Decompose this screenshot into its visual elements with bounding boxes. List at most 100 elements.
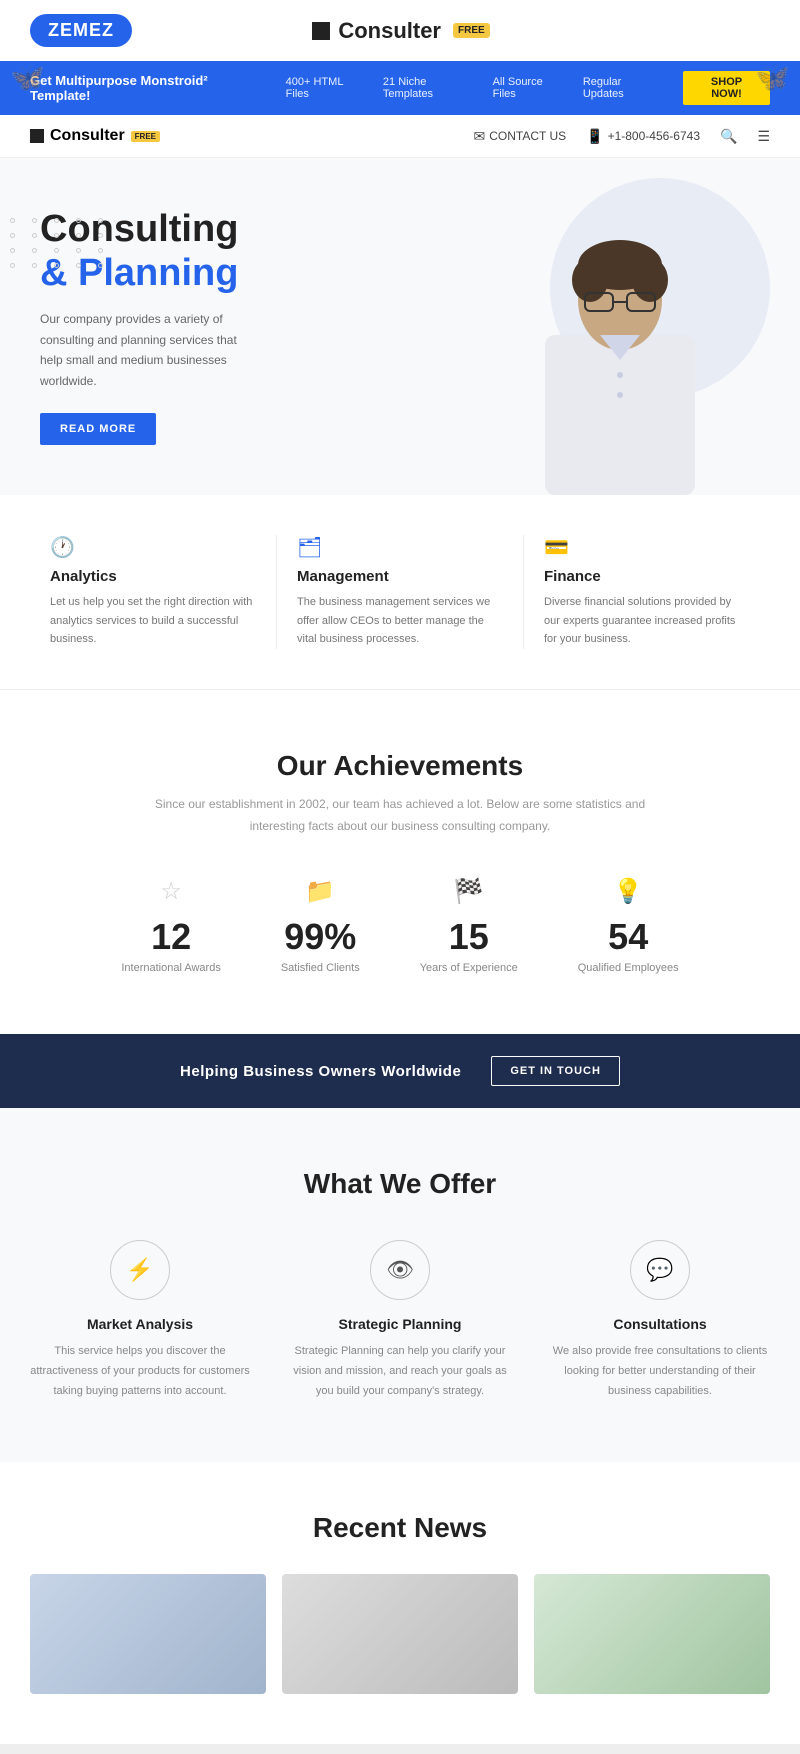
decor-right-icon: 🦋 bbox=[755, 61, 790, 94]
consulter-brand: Consulter FREE bbox=[312, 18, 489, 44]
get-in-touch-button[interactable]: GET IN TOUCH bbox=[491, 1056, 620, 1086]
hero-section: Consulting & Planning Our company provid… bbox=[0, 158, 800, 495]
recent-news-section: Recent News bbox=[0, 1462, 800, 1744]
offers-section: What We Offer ⚡ Market Analysis This ser… bbox=[0, 1108, 800, 1461]
promo-main-text: Get Multipurpose Monstroid² Template! bbox=[30, 73, 266, 103]
hero-left: Consulting & Planning Our company provid… bbox=[0, 158, 440, 495]
contact-link[interactable]: ✉ CONTACT US bbox=[474, 128, 567, 145]
achievements-subtitle: Since our establishment in 2002, our tea… bbox=[150, 794, 650, 837]
hero-subtitle: Our company provides a variety of consul… bbox=[40, 309, 260, 391]
consultations-icon-wrap: 💬 bbox=[630, 1240, 690, 1300]
strategic-planning-title: Strategic Planning bbox=[290, 1316, 510, 1332]
consultations-icon: 💬 bbox=[646, 1257, 673, 1283]
finance-icon: 💳 bbox=[544, 535, 750, 560]
offer-market-analysis: ⚡ Market Analysis This service helps you… bbox=[30, 1240, 250, 1401]
promo-stat4: Regular Updates bbox=[583, 76, 663, 100]
free-badge: FREE bbox=[453, 23, 490, 38]
navbar-logo-text: Consulter bbox=[50, 127, 125, 145]
achievements-section: Our Achievements Since our establishment… bbox=[0, 690, 800, 1034]
news-image-1 bbox=[30, 1574, 266, 1694]
news-image-3 bbox=[534, 1574, 770, 1694]
clients-number: 99% bbox=[281, 916, 360, 958]
awards-label: International Awards bbox=[121, 962, 220, 974]
service-analytics: 🕐 Analytics Let us help you set the righ… bbox=[30, 535, 277, 649]
experience-icon: 🏁 bbox=[420, 877, 518, 906]
hero-dots-decoration bbox=[10, 218, 110, 268]
stat-experience: 🏁 15 Years of Experience bbox=[420, 877, 518, 974]
navbar-free-badge: FREE bbox=[131, 131, 160, 142]
strategic-planning-icon: 👁 bbox=[386, 1257, 414, 1283]
services-strip: 🕐 Analytics Let us help you set the righ… bbox=[0, 495, 800, 690]
finance-desc: Diverse financial solutions provided by … bbox=[544, 593, 750, 649]
management-title: Management bbox=[297, 568, 503, 585]
brand-bar: ZEMEZ Consulter FREE bbox=[0, 0, 800, 61]
news-card-2[interactable] bbox=[282, 1574, 518, 1694]
news-card-1[interactable] bbox=[30, 1574, 266, 1694]
experience-label: Years of Experience bbox=[420, 962, 518, 974]
employees-number: 54 bbox=[578, 916, 679, 958]
promo-banner: 🦋 Get Multipurpose Monstroid² Template! … bbox=[0, 61, 800, 115]
navbar-right: ✉ CONTACT US 📱 +1-800-456-6743 🔍 ☰ bbox=[474, 128, 771, 145]
analytics-title: Analytics bbox=[50, 568, 256, 585]
search-icon[interactable]: 🔍 bbox=[720, 128, 737, 145]
menu-icon[interactable]: ☰ bbox=[757, 128, 770, 145]
navbar-logo: Consulter FREE bbox=[30, 127, 160, 145]
finance-title: Finance bbox=[544, 568, 750, 585]
promo-stat1: 400+ HTML Files bbox=[286, 76, 367, 100]
person-svg bbox=[510, 205, 730, 495]
phone-link[interactable]: 📱 +1-800-456-6743 bbox=[586, 128, 700, 145]
cta-banner: Helping Business Owners Worldwide GET IN… bbox=[0, 1034, 800, 1108]
stat-employees: 💡 54 Qualified Employees bbox=[578, 877, 679, 974]
analytics-icon: 🕐 bbox=[50, 535, 256, 560]
zemez-logo[interactable]: ZEMEZ bbox=[30, 14, 132, 47]
employees-label: Qualified Employees bbox=[578, 962, 679, 974]
hero-right bbox=[440, 158, 800, 495]
market-analysis-icon-wrap: ⚡ bbox=[110, 1240, 170, 1300]
service-management: 🗂 Management The business management ser… bbox=[277, 535, 524, 649]
analytics-desc: Let us help you set the right direction … bbox=[50, 593, 256, 649]
promo-stat2: 21 Niche Templates bbox=[383, 76, 477, 100]
consultations-desc: We also provide free consultations to cl… bbox=[550, 1342, 770, 1401]
management-desc: The business management services we offe… bbox=[297, 593, 503, 649]
management-icon: 🗂 bbox=[297, 535, 503, 560]
clients-label: Satisfied Clients bbox=[281, 962, 360, 974]
consulter-name: Consulter bbox=[338, 18, 441, 44]
contact-icon: ✉ bbox=[474, 128, 486, 145]
clients-icon: 📁 bbox=[281, 877, 360, 906]
employees-icon: 💡 bbox=[578, 877, 679, 906]
experience-number: 15 bbox=[420, 916, 518, 958]
service-finance: 💳 Finance Diverse financial solutions pr… bbox=[524, 535, 770, 649]
decor-left-icon: 🦋 bbox=[10, 61, 45, 94]
consulter-square-icon bbox=[312, 22, 330, 40]
phone-number: +1-800-456-6743 bbox=[608, 129, 700, 143]
offers-title: What We Offer bbox=[30, 1168, 770, 1200]
strategic-planning-icon-wrap: 👁 bbox=[370, 1240, 430, 1300]
strategic-planning-desc: Strategic Planning can help you clarify … bbox=[290, 1342, 510, 1401]
market-analysis-icon: ⚡ bbox=[126, 1257, 153, 1283]
recent-news-title: Recent News bbox=[30, 1512, 770, 1544]
cta-text: Helping Business Owners Worldwide bbox=[180, 1063, 461, 1080]
stats-grid: ☆ 12 International Awards 📁 99% Satisfie… bbox=[30, 877, 770, 974]
hero-person-image bbox=[480, 205, 760, 495]
phone-icon: 📱 bbox=[586, 128, 603, 145]
navbar: Consulter FREE ✉ CONTACT US 📱 +1-800-456… bbox=[0, 115, 800, 158]
offer-consultations: 💬 Consultations We also provide free con… bbox=[550, 1240, 770, 1401]
offer-strategic-planning: 👁 Strategic Planning Strategic Planning … bbox=[290, 1240, 510, 1401]
news-grid bbox=[30, 1574, 770, 1694]
promo-stats: 400+ HTML Files 21 Niche Templates All S… bbox=[286, 76, 663, 100]
stat-clients: 📁 99% Satisfied Clients bbox=[281, 877, 360, 974]
promo-stat3: All Source Files bbox=[493, 76, 567, 100]
page-end bbox=[0, 1744, 800, 1754]
contact-label: CONTACT US bbox=[489, 129, 566, 143]
awards-icon: ☆ bbox=[121, 877, 220, 906]
news-image-2 bbox=[282, 1574, 518, 1694]
achievements-title: Our Achievements bbox=[30, 750, 770, 782]
consultations-title: Consultations bbox=[550, 1316, 770, 1332]
awards-number: 12 bbox=[121, 916, 220, 958]
market-analysis-desc: This service helps you discover the attr… bbox=[30, 1342, 250, 1401]
news-card-3[interactable] bbox=[534, 1574, 770, 1694]
offers-grid: ⚡ Market Analysis This service helps you… bbox=[30, 1240, 770, 1401]
navbar-square-icon bbox=[30, 129, 44, 143]
read-more-button[interactable]: READ MORE bbox=[40, 413, 156, 445]
market-analysis-title: Market Analysis bbox=[30, 1316, 250, 1332]
